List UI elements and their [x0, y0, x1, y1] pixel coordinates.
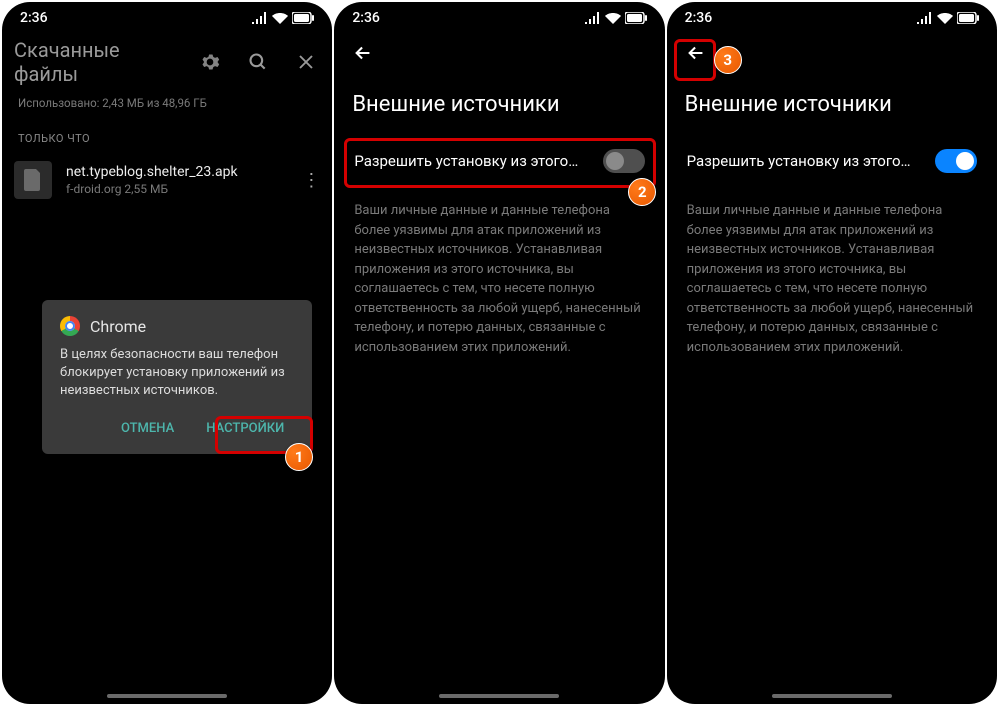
- file-name: net.typeblog.shelter_23.apk: [66, 164, 288, 180]
- search-icon[interactable]: [244, 48, 272, 76]
- warning-text: Ваши личные данные и данные телефона бол…: [334, 183, 664, 375]
- badge-1: 1: [285, 443, 313, 471]
- battery-icon: [292, 12, 314, 24]
- file-info: net.typeblog.shelter_23.apk f-droid.org …: [66, 164, 288, 196]
- status-time: 2:36: [20, 10, 48, 26]
- chrome-icon: [60, 316, 80, 336]
- toggle-on[interactable]: [935, 149, 977, 173]
- highlight-3: [674, 39, 716, 81]
- status-bar: 2:36: [334, 2, 664, 30]
- wifi-icon: [605, 12, 621, 24]
- battery-icon: [625, 12, 647, 24]
- more-icon[interactable]: ⋮: [302, 170, 320, 191]
- page-title: Внешние источники: [334, 68, 664, 139]
- wifi-icon: [272, 12, 288, 24]
- arrow-left-icon: [352, 42, 374, 64]
- dialog-body: В целях безопасности ваш телефон блокиру…: [60, 346, 294, 401]
- dialog-title: Chrome: [90, 317, 146, 336]
- signal-icon: [917, 12, 933, 24]
- status-icons: [917, 12, 979, 24]
- back-button[interactable]: [334, 30, 664, 68]
- page-title: Внешние источники: [667, 68, 997, 139]
- file-icon: [14, 161, 52, 199]
- battery-icon: [957, 12, 979, 24]
- status-icons: [585, 12, 647, 24]
- status-icons: [252, 12, 314, 24]
- signal-icon: [585, 12, 601, 24]
- file-meta: f-droid.org 2,55 МБ: [66, 182, 288, 196]
- wifi-icon: [937, 12, 953, 24]
- signal-icon: [252, 12, 268, 24]
- badge-3: 3: [714, 46, 742, 74]
- cancel-button[interactable]: ОТМЕНА: [111, 413, 184, 444]
- status-time: 2:36: [685, 10, 713, 26]
- storage-usage: Использовано: 2,43 МБ из 48,96 ГБ: [2, 94, 332, 118]
- highlight-2: [344, 138, 656, 188]
- file-row[interactable]: net.typeblog.shelter_23.apk f-droid.org …: [2, 155, 332, 205]
- phone-screen-3: 2:36 Внешние источники Разрешить установ…: [667, 2, 997, 704]
- status-bar: 2:36: [2, 2, 332, 30]
- phone-screen-2: 2:36 Внешние источники Разрешить установ…: [334, 2, 664, 704]
- home-indicator[interactable]: [107, 694, 227, 698]
- phone-screen-1: 2:36 Скачанные файлы Использовано: 2,43 …: [2, 2, 332, 704]
- status-time: 2:36: [352, 10, 380, 26]
- gear-icon[interactable]: [196, 48, 224, 76]
- page-title: Скачанные файлы: [14, 38, 176, 86]
- home-indicator[interactable]: [772, 694, 892, 698]
- allow-install-toggle-row[interactable]: Разрешить установку из этого…: [667, 139, 997, 183]
- close-icon[interactable]: [292, 48, 320, 76]
- topbar: Скачанные файлы: [2, 30, 332, 94]
- toggle-label: Разрешить установку из этого…: [687, 152, 911, 170]
- status-bar: 2:36: [667, 2, 997, 30]
- warning-text: Ваши личные данные и данные телефона бол…: [667, 183, 997, 375]
- section-header: ТОЛЬКО ЧТО: [2, 118, 332, 155]
- home-indicator[interactable]: [439, 694, 559, 698]
